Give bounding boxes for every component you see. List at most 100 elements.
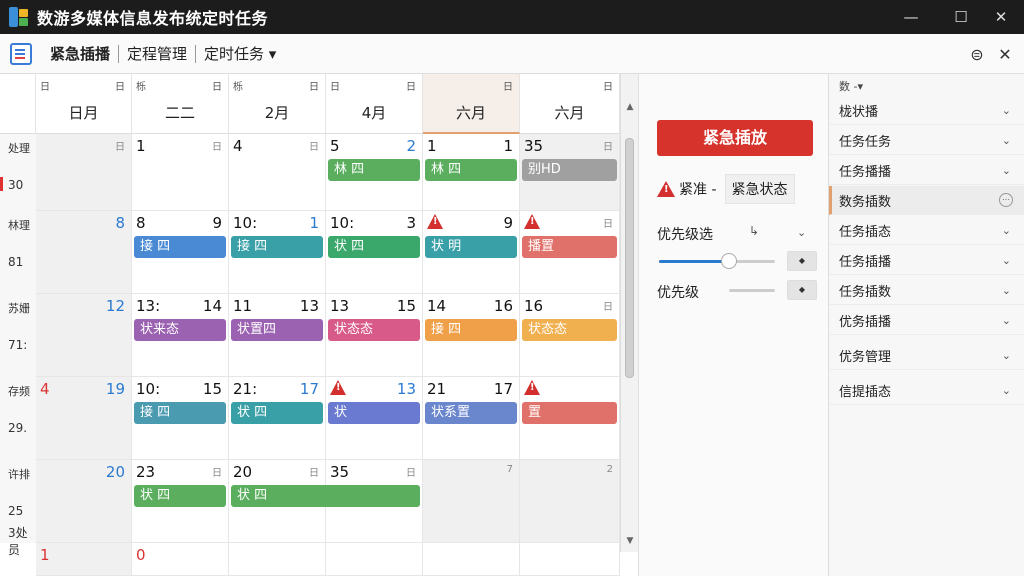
- day-header[interactable]: 日六月: [423, 74, 520, 134]
- current-week-marker: [0, 177, 3, 191]
- calendar-cell[interactable]: 1: [36, 543, 132, 576]
- tab-emergency[interactable]: 紧急插播: [42, 34, 118, 74]
- calendar-event[interactable]: 接 四: [231, 236, 323, 258]
- minimize-button[interactable]: —: [888, 0, 934, 34]
- sidebar-item-label: 优务插播: [839, 314, 892, 330]
- sidebar-item[interactable]: 任务插播 ⌄: [829, 246, 1024, 275]
- calendar-event[interactable]: 状 四: [328, 236, 420, 258]
- sidebar-item[interactable]: 优务管理 ⌄: [829, 341, 1024, 370]
- calendar-cell[interactable]: [326, 543, 423, 576]
- calendar-event[interactable]: 状 明: [425, 236, 517, 258]
- chevron-down-icon[interactable]: ⌄: [1002, 284, 1011, 297]
- calendar-cell[interactable]: 2: [520, 460, 620, 543]
- calendar-event[interactable]: 状 四: [231, 485, 420, 507]
- calendar-cell[interactable]: 1日: [132, 134, 229, 211]
- calendar-cell[interactable]: [229, 543, 326, 576]
- day-header[interactable]: 栎 日二二: [132, 74, 229, 134]
- circle-icon[interactable]: ⊜: [962, 34, 992, 74]
- calendar-cell[interactable]: 4日: [229, 134, 326, 211]
- calendar-event[interactable]: 状态态: [328, 319, 420, 341]
- date-number: 21:: [233, 380, 258, 398]
- close-button[interactable]: ✕: [978, 0, 1024, 34]
- scroll-down-icon[interactable]: ▼: [621, 536, 639, 546]
- chevron-down-icon[interactable]: ⌄: [1002, 224, 1011, 237]
- day-header[interactable]: 日六月: [520, 74, 620, 134]
- calendar-event[interactable]: 状 四: [134, 485, 226, 507]
- tab-timed-tasks[interactable]: 定时任务 ▾: [196, 34, 284, 74]
- sidebar-item-label: 栊状播: [839, 104, 879, 120]
- calendar-event[interactable]: 接 四: [134, 236, 226, 258]
- priority-select[interactable]: ↳: [749, 224, 759, 238]
- chevron-down-icon[interactable]: ⌄: [1002, 384, 1011, 397]
- sidebar-item[interactable]: 信提插态 ⌄: [829, 376, 1024, 405]
- calendar-event[interactable]: 状: [328, 402, 420, 424]
- spin-button-2[interactable]: ◆: [787, 280, 817, 300]
- calendar-cell[interactable]: 12: [36, 294, 132, 377]
- warning-icon: [427, 214, 443, 229]
- calendar-cell[interactable]: [520, 543, 620, 576]
- date-number: 11: [233, 297, 253, 315]
- calendar-cell[interactable]: 日: [36, 134, 132, 211]
- chevron-down-icon[interactable]: ⌄: [797, 226, 806, 239]
- calendar-cell[interactable]: 7: [423, 460, 520, 543]
- calendar-event[interactable]: 接 四: [425, 319, 517, 341]
- date-count: 2: [606, 464, 613, 475]
- calendar-event[interactable]: 林 四: [328, 159, 420, 181]
- week-label: 苏姗 71:: [0, 294, 36, 377]
- more-circle-icon[interactable]: ⋯: [999, 193, 1013, 207]
- calendar-cell[interactable]: [423, 543, 520, 576]
- calendar-cell[interactable]: 4 19: [36, 377, 132, 460]
- calendar-event[interactable]: 播置: [522, 236, 617, 258]
- sidebar-item[interactable]: 任务插数 ⌄: [829, 276, 1024, 305]
- warning-icon: [524, 214, 540, 229]
- day-header[interactable]: 日 日 4月: [326, 74, 423, 134]
- calendar-event[interactable]: 置: [522, 402, 617, 424]
- day-header[interactable]: 日 日日月: [36, 74, 132, 134]
- chevron-down-icon[interactable]: ⌄: [1002, 349, 1011, 362]
- calendar-cell[interactable]: 20: [36, 460, 132, 543]
- calendar-event[interactable]: 林 四: [425, 159, 517, 181]
- emergency-play-button[interactable]: 紧急插放: [657, 120, 813, 156]
- sidebar-item[interactable]: 优务插播 ⌄: [829, 306, 1024, 335]
- date-number: 23: [136, 463, 156, 481]
- calendar-event[interactable]: 别HD: [522, 159, 617, 181]
- chevron-down-icon[interactable]: ⌄: [1002, 164, 1011, 177]
- chevron-down-icon[interactable]: ⌄: [1002, 134, 1011, 147]
- chevron-down-icon[interactable]: ⌄: [1002, 314, 1011, 327]
- tab-schedule-management[interactable]: 定程管理: [119, 34, 195, 74]
- date-number: 1: [136, 137, 146, 155]
- date-count: 日: [115, 142, 125, 153]
- sidebar-item[interactable]: 任务播播 ⌄: [829, 156, 1024, 185]
- slider-knob[interactable]: [720, 253, 737, 269]
- sidebar-item[interactable]: 任务任务 ⌄: [829, 126, 1024, 155]
- sidebar-item[interactable]: 栊状播 ⌄: [829, 96, 1024, 125]
- calendar-scrollbar[interactable]: ▲ ▼: [620, 74, 638, 552]
- scroll-thumb[interactable]: [625, 138, 634, 378]
- week-label: 存频 29.: [0, 377, 36, 460]
- calendar-event[interactable]: 状 四: [231, 402, 323, 424]
- calendar-event[interactable]: 状置四: [231, 319, 323, 341]
- chevron-down-icon[interactable]: ⌄: [1002, 104, 1011, 117]
- priority2-slider[interactable]: [729, 289, 775, 292]
- date-count: 14: [202, 297, 222, 315]
- status-value: 紧急状态: [724, 174, 795, 204]
- spin-button[interactable]: ◆: [787, 251, 817, 271]
- chevron-down-icon[interactable]: ⌄: [1002, 254, 1011, 267]
- priority-slider[interactable]: [659, 253, 775, 269]
- date-count: 9: [503, 214, 513, 232]
- calendar-cell[interactable]: 8: [36, 211, 132, 294]
- sidebar-header[interactable]: 数 -▾: [839, 78, 863, 94]
- sidebar-item[interactable]: 任务插态 ⌄: [829, 216, 1024, 245]
- day-header[interactable]: 栎 日 2月: [229, 74, 326, 134]
- calendar-event[interactable]: 状态态: [522, 319, 617, 341]
- calendar-event[interactable]: 接 四: [134, 402, 226, 424]
- calendar-event[interactable]: 状系置: [425, 402, 517, 424]
- calendar-cell[interactable]: 0: [132, 543, 229, 576]
- panel-close-icon[interactable]: ✕: [990, 34, 1020, 74]
- date-number: 1: [40, 546, 50, 564]
- date-number: 13: [330, 297, 350, 315]
- header-tiny-right: 日: [406, 82, 416, 93]
- calendar-event[interactable]: 状来态: [134, 319, 226, 341]
- scroll-up-icon[interactable]: ▲: [621, 102, 639, 112]
- sidebar-item[interactable]: 数务插数 ⋯: [829, 186, 1024, 215]
